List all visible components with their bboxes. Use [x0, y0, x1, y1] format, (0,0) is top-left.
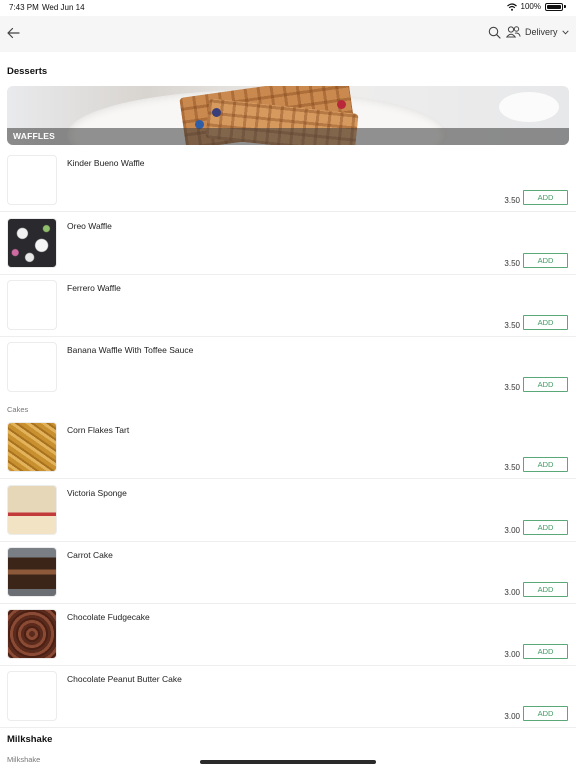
victoria-sponge-photo [7, 485, 57, 535]
nav-bar: Delivery [0, 16, 576, 52]
item-name: Oreo Waffle [67, 221, 112, 231]
delivery-label: Delivery [525, 27, 558, 37]
item-thumbnail-placeholder [7, 671, 57, 721]
status-date: Wed Jun 14 [42, 3, 85, 12]
category-banner-waffles[interactable]: WAFFLES [7, 86, 569, 145]
item-name: Ferrero Waffle [67, 283, 121, 293]
chevron-down-icon [561, 29, 569, 35]
item-name: Chocolate Peanut Butter Cake [67, 674, 182, 684]
section-title-milkshake: Milkshake [7, 734, 53, 745]
oreo-waffle-photo [7, 218, 57, 268]
add-button[interactable]: ADD [523, 457, 568, 472]
menu-item[interactable]: Kinder Bueno Waffle 3.50 ADD [0, 150, 576, 212]
menu-item[interactable]: Ferrero Waffle 3.50 ADD [0, 275, 576, 337]
add-button[interactable]: ADD [523, 377, 568, 392]
item-price: 3.50 [504, 259, 520, 268]
item-name: Kinder Bueno Waffle [67, 158, 145, 168]
status-right: 100% [506, 2, 566, 11]
status-bar: 7:43 PM Wed Jun 14 100% [0, 0, 576, 16]
item-price: 3.00 [504, 526, 520, 535]
item-price: 3.50 [504, 321, 520, 330]
add-button[interactable]: ADD [523, 253, 568, 268]
add-button[interactable]: ADD [523, 520, 568, 535]
item-thumbnail-placeholder [7, 155, 57, 205]
item-name: Carrot Cake [67, 550, 113, 560]
menu-item[interactable]: Chocolate Peanut Butter Cake 3.00 ADD [0, 666, 576, 728]
item-price: 3.00 [504, 588, 520, 597]
add-button[interactable]: ADD [523, 190, 568, 205]
menu-item[interactable]: Victoria Sponge 3.00 ADD [0, 480, 576, 542]
menu-item[interactable]: Banana Waffle With Toffee Sauce 3.50 ADD [0, 337, 576, 399]
banner-berry [337, 100, 346, 109]
item-name: Victoria Sponge [67, 488, 127, 498]
item-name: Banana Waffle With Toffee Sauce [67, 345, 194, 355]
add-button[interactable]: ADD [523, 706, 568, 721]
corn-flakes-tart-photo [7, 422, 57, 472]
carrot-cake-photo [7, 547, 57, 597]
chocolate-fudgecake-photo [7, 609, 57, 659]
item-name: Chocolate Fudgecake [67, 612, 150, 622]
subcategory-label-cakes: Cakes [7, 405, 29, 414]
search-icon[interactable] [488, 26, 501, 39]
item-thumbnail-placeholder [7, 342, 57, 392]
item-price: 3.00 [504, 712, 520, 721]
menu-item[interactable]: Carrot Cake 3.00 ADD [0, 542, 576, 604]
add-button[interactable]: ADD [523, 582, 568, 597]
banner-cup [499, 92, 559, 122]
home-indicator[interactable] [200, 760, 376, 764]
menu-item[interactable]: Corn Flakes Tart 3.50 ADD [0, 417, 576, 479]
battery-percent: 100% [520, 2, 541, 11]
item-thumbnail-placeholder [7, 280, 57, 330]
item-name: Corn Flakes Tart [67, 425, 130, 435]
battery-icon [545, 2, 563, 11]
subcategory-label-milkshake: Milkshake [7, 755, 41, 764]
item-price: 3.50 [504, 383, 520, 392]
status-time: 7:43 PM [9, 3, 39, 12]
item-price: 3.00 [504, 650, 520, 659]
delivery-mode-selector[interactable]: Delivery [525, 27, 569, 37]
menu-item[interactable]: Chocolate Fudgecake 3.00 ADD [0, 604, 576, 666]
battery-tip [564, 5, 566, 8]
item-price: 3.50 [504, 463, 520, 472]
banner-caption: WAFFLES [7, 128, 569, 145]
add-button[interactable]: ADD [523, 644, 568, 659]
add-button[interactable]: ADD [523, 315, 568, 330]
menu-item[interactable]: Oreo Waffle 3.50 ADD [0, 213, 576, 275]
people-icon[interactable] [506, 25, 521, 39]
section-title-desserts: Desserts [7, 66, 48, 77]
back-arrow-icon[interactable] [6, 26, 20, 40]
wifi-icon [506, 2, 517, 11]
item-price: 3.50 [504, 196, 520, 205]
banner-berry [212, 108, 221, 117]
